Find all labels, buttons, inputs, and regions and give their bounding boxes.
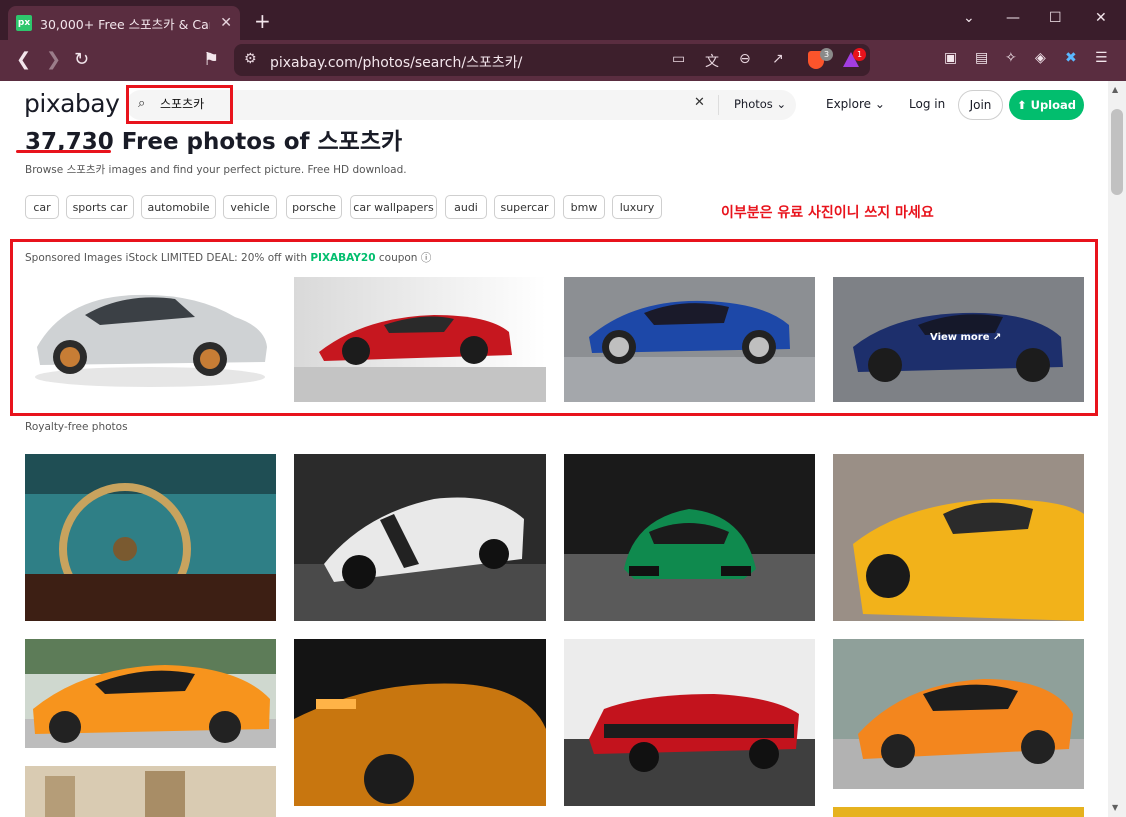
upload-icon: ⬆ <box>1016 98 1027 112</box>
photo-vintage-dashboard[interactable] <box>25 454 276 621</box>
annotation-search-box <box>126 85 233 124</box>
photo-green-racecar[interactable] <box>564 454 815 621</box>
leo-ai-icon[interactable]: ✧ <box>1005 50 1017 66</box>
upload-button[interactable]: ⬆ Upload <box>1009 90 1084 120</box>
sponsored-image-red-car[interactable] <box>294 277 546 402</box>
orange-lamborghini-graphic <box>833 639 1084 789</box>
photo-orange-lamborghini[interactable] <box>833 639 1084 789</box>
orange-audi-night-graphic <box>294 639 546 806</box>
reload-icon[interactable]: ↻ <box>74 49 89 70</box>
new-tab-icon[interactable]: + <box>254 9 271 33</box>
bookmark-icon[interactable]: ⚑ <box>203 49 219 70</box>
explore-label: Explore <box>826 97 872 111</box>
sponsored-prefix: Sponsored Images iStock LIMITED DEAL: 20… <box>25 252 311 264</box>
menu-icon[interactable]: ☰ <box>1095 50 1108 66</box>
tag-bmw[interactable]: bmw <box>563 195 605 219</box>
address-bar[interactable]: ⚙ pixabay.com/photos/search/스포츠카/ ▭ 文 ⊖ … <box>234 44 870 76</box>
browser-tab[interactable]: px 30,000+ Free 스포츠카 & Car Images ✕ <box>8 6 240 40</box>
search-input[interactable] <box>160 96 660 110</box>
white-ford-gt-graphic <box>294 454 546 621</box>
search-type-label: Photos <box>734 97 773 111</box>
sponsored-label: Sponsored Images iStock LIMITED DEAL: 20… <box>25 250 431 265</box>
page-scrollbar[interactable]: ▲ ▼ <box>1108 81 1126 817</box>
login-link[interactable]: Log in <box>909 97 945 111</box>
tab-search-icon[interactable]: ⌄ <box>963 10 975 26</box>
photo-yellow-convertible[interactable] <box>833 454 1084 621</box>
explore-menu[interactable]: Explore ⌄ <box>826 97 885 111</box>
clear-search-icon[interactable]: ✕ <box>694 95 705 110</box>
tag-luxury[interactable]: luxury <box>612 195 662 219</box>
share-icon[interactable]: ↗ <box>772 51 784 67</box>
coupon-code: PIXABAY20 <box>310 252 376 264</box>
back-icon[interactable]: ❮ <box>16 49 31 70</box>
photo-white-ford-gt[interactable] <box>294 454 546 621</box>
annotation-underline <box>16 150 111 153</box>
tab-title: 30,000+ Free 스포츠카 & Car Images <box>40 16 210 32</box>
yellow-car-partial-graphic <box>833 807 1084 817</box>
title-text: Free photos of 스포츠카 <box>113 129 403 155</box>
site-info-icon[interactable]: ⚙ <box>244 51 257 67</box>
tag-automobile[interactable]: automobile <box>141 195 216 219</box>
sponsored-suffix: coupon <box>375 252 418 264</box>
photo-red-muscle-car[interactable] <box>564 639 815 806</box>
annotation-text: 이부분은 유료 사진이니 쓰지 마세요 <box>721 205 934 221</box>
browser-toolbar: ❮ ❯ ↻ ⚑ ⚙ pixabay.com/photos/search/스포츠카… <box>0 40 1126 81</box>
sponsored-image-navy-car[interactable]: View more ↗ <box>833 277 1084 402</box>
tag-audi[interactable]: audi <box>445 195 487 219</box>
page-subtitle: Browse 스포츠카 images and find your perfect… <box>25 164 407 176</box>
street-building-graphic <box>25 766 276 817</box>
tag-vehicle[interactable]: vehicle <box>223 195 277 219</box>
pixabay-logo[interactable]: pixabay <box>24 89 120 118</box>
red-car-graphic <box>294 277 546 402</box>
minimize-icon[interactable]: — <box>1006 10 1020 26</box>
translate-icon[interactable]: 文 <box>705 51 719 71</box>
tag-porsche[interactable]: porsche <box>286 195 342 219</box>
search-type-dropdown[interactable]: Photos ⌄ <box>734 97 786 111</box>
close-tab-icon[interactable]: ✕ <box>220 15 232 31</box>
vpn-icon[interactable]: ◈ <box>1035 50 1046 66</box>
sponsored-image-silver-car[interactable] <box>25 277 275 402</box>
scroll-thumb[interactable] <box>1111 109 1123 195</box>
green-racecar-graphic <box>564 454 815 621</box>
tag-car[interactable]: car <box>25 195 59 219</box>
rewards-count-badge: 1 <box>853 48 866 61</box>
scroll-up-icon[interactable]: ▲ <box>1112 85 1118 94</box>
forward-icon[interactable]: ❯ <box>46 49 61 70</box>
page-content: pixabay ⌕ ✕ Photos ⌄ Explore ⌄ Log in Jo… <box>0 81 1108 817</box>
tag-supercar[interactable]: supercar <box>494 195 555 219</box>
shields-count-badge: 3 <box>820 48 833 61</box>
wallet-icon[interactable]: ▤ <box>975 50 988 66</box>
zoom-icon[interactable]: ⊖ <box>739 51 751 67</box>
tag-car-wallpapers[interactable]: car wallpapers <box>350 195 437 219</box>
info-icon[interactable]: ⓘ <box>421 252 432 264</box>
upload-label: Upload <box>1030 98 1077 112</box>
view-more-link[interactable]: View more ↗ <box>930 332 1001 343</box>
close-window-icon[interactable]: ✕ <box>1095 10 1107 26</box>
blue-car-graphic <box>564 277 815 402</box>
photo-orange-audi-night[interactable] <box>294 639 546 806</box>
maximize-icon[interactable]: ☐ <box>1049 10 1062 26</box>
orange-mclaren-graphic <box>25 639 276 748</box>
red-muscle-car-graphic <box>564 639 815 806</box>
tab-bar: px 30,000+ Free 스포츠카 & Car Images ✕ + ⌄ … <box>0 0 1126 40</box>
sidebar-toggle-icon[interactable]: ▣ <box>944 50 957 66</box>
yellow-convertible-graphic <box>833 454 1084 621</box>
photo-street-building[interactable] <box>25 766 276 817</box>
tag-sports-car[interactable]: sports car <box>66 195 134 219</box>
join-button[interactable]: Join <box>958 90 1003 120</box>
vintage-dashboard-graphic <box>25 454 276 621</box>
cast-icon[interactable]: ▭ <box>672 51 685 67</box>
pixabay-favicon-icon: px <box>16 15 32 31</box>
search-divider <box>718 95 719 115</box>
silver-car-graphic <box>25 277 275 402</box>
sponsored-image-blue-car[interactable] <box>564 277 815 402</box>
scroll-down-icon[interactable]: ▼ <box>1112 803 1118 812</box>
royalty-free-label: Royalty-free photos <box>25 421 128 433</box>
url-text[interactable]: pixabay.com/photos/search/스포츠카/ <box>270 52 522 72</box>
extension-icon[interactable]: ✖ <box>1065 50 1077 66</box>
photo-yellow-car-partial[interactable] <box>833 807 1084 817</box>
photo-orange-mclaren[interactable] <box>25 639 276 748</box>
view-more-label: View more <box>930 332 990 343</box>
